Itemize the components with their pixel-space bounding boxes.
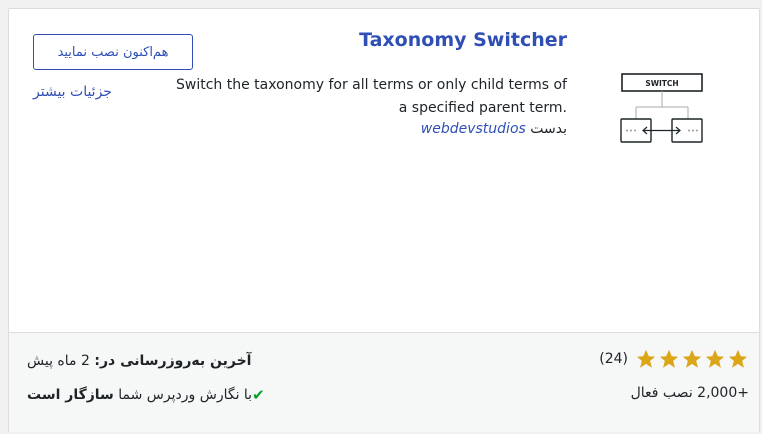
star-icon	[705, 349, 725, 368]
plugin-author: بدست webdevstudios	[421, 121, 567, 137]
install-now-button[interactable]: هم‌اکنون نصب نمایید	[33, 34, 193, 70]
star-icon	[728, 349, 748, 368]
plugin-switch-icon[interactable]: SWITCH	[615, 69, 705, 149]
plugin-card-top: SWITCH Taxonomy Switcher Switch the taxo…	[9, 9, 759, 332]
star-icon	[659, 349, 679, 368]
compat-prefix: با نگارش وردپرس شما	[118, 387, 253, 403]
plugin-card: SWITCH Taxonomy Switcher Switch the taxo…	[8, 8, 760, 432]
plugin-card-bottom: (24) +2,000 نصب فعال آخرین به‌روزرسانی د…	[9, 332, 759, 432]
star-icon	[682, 349, 702, 368]
description-line-1: Switch the taxonomy for all terms or onl…	[176, 77, 567, 93]
plugin-title[interactable]: Taxonomy Switcher	[359, 29, 567, 51]
author-link[interactable]: webdevstudios	[421, 121, 526, 137]
check-icon: ✔	[252, 386, 265, 404]
rating-count[interactable]: (24)	[599, 351, 628, 367]
description-line-2: .a specified parent term	[398, 100, 567, 116]
star-rating	[634, 348, 749, 370]
last-updated-value: 2 ماه پیش	[27, 353, 90, 369]
more-details-link[interactable]: جزئیات بیشتر	[33, 84, 112, 100]
last-updated: آخرین به‌روزرسانی در: 2 ماه پیش	[27, 353, 251, 369]
last-updated-label: آخرین به‌روزرسانی در:	[94, 353, 252, 369]
compat-status: سازگار است	[27, 387, 114, 403]
author-prefix: بدست	[530, 121, 567, 137]
plugin-description: Switch the taxonomy for all terms or onl…	[167, 74, 567, 120]
compatibility: ✔ با نگارش وردپرس شما سازگار است	[27, 386, 271, 404]
star-icon	[636, 349, 656, 368]
plugin-rating: (24)	[593, 348, 749, 370]
active-installs: +2,000 نصب فعال	[630, 385, 749, 401]
switch-icon-label: SWITCH	[645, 79, 678, 88]
